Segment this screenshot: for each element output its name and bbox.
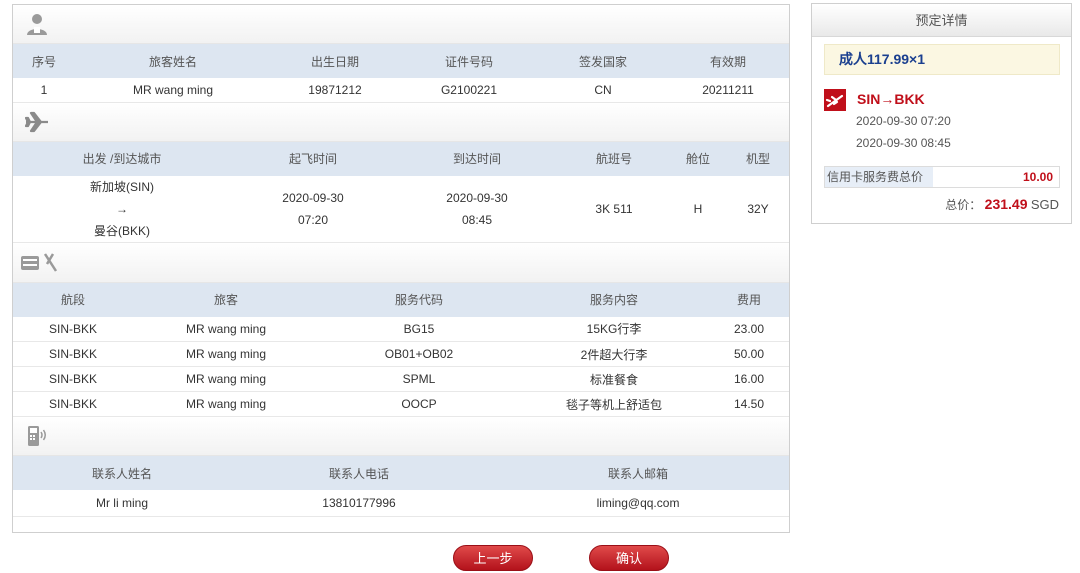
col-name: 旅客姓名	[75, 44, 271, 78]
service-table: 航段 旅客 服务代码 服务内容 费用 SIN-BKK MR wang ming …	[13, 282, 789, 417]
cell-name: MR wang ming	[75, 78, 271, 103]
col-contact-name: 联系人姓名	[13, 456, 231, 490]
cell-issue-country: CN	[539, 78, 667, 103]
confirm-button[interactable]: 确认	[589, 545, 669, 571]
cell-fee: 50.00	[709, 341, 789, 367]
cell-fee: 14.50	[709, 391, 789, 417]
departure-datetime: 2020-09-30 07:20	[856, 114, 951, 128]
table-row: Mr li ming 13810177996 liming@qq.com	[13, 490, 789, 517]
total-price: 总价： 231.49 SGD	[945, 196, 1059, 213]
cell-segment: SIN-BKK	[13, 391, 133, 417]
cell-aircraft: 32Y	[727, 175, 789, 243]
cell-passenger: MR wang ming	[133, 366, 319, 392]
flight-takeoff-icon	[824, 89, 846, 111]
col-city: 出发 /到达城市	[13, 141, 231, 176]
arr-date: 2020-09-30	[446, 190, 508, 205]
cell-passenger: MR wang ming	[133, 391, 319, 417]
cell-birth: 19871212	[271, 78, 399, 103]
table-row: SIN-BKK MR wang ming OOCP 毯子等机上舒适包 14.50	[13, 391, 789, 417]
col-service-code: 服务代码	[319, 282, 519, 317]
cell-flight-no: 3K 511	[559, 175, 669, 243]
route-label: SIN→BKK	[857, 91, 925, 107]
col-seq: 序号	[13, 44, 75, 78]
total-label: 总价：	[945, 198, 982, 212]
table-row: SIN-BKK MR wang ming SPML 标准餐食 16.00	[13, 366, 789, 392]
currency: SGD	[1030, 197, 1059, 212]
cell-service-code: BG15	[319, 316, 519, 342]
cell-arrival-time: 2020-09-30 08:45	[395, 175, 559, 243]
cell-passenger: MR wang ming	[133, 316, 319, 342]
col-departure-time: 起飞时间	[231, 141, 395, 176]
cell-service-code: SPML	[319, 366, 519, 392]
cell-segment: SIN-BKK	[13, 366, 133, 392]
col-flight-no: 航班号	[559, 141, 669, 176]
cell-contact-name: Mr li ming	[13, 490, 231, 517]
to-city: 曼谷(BKK)	[93, 223, 150, 238]
cell-segment: SIN-BKK	[13, 316, 133, 342]
cell-service-content: 15KG行李	[519, 316, 709, 342]
col-passenger: 旅客	[133, 282, 319, 317]
col-birth: 出生日期	[271, 44, 399, 78]
table-row: 新加坡(SIN) → 曼谷(BKK) 2020-09-30 07:20 2020…	[13, 175, 789, 243]
cell-service-content: 毯子等机上舒适包	[519, 391, 709, 417]
credit-card-fee-value: 10.00	[1022, 170, 1053, 184]
col-validity: 有效期	[667, 44, 789, 78]
passenger-section-header	[13, 5, 789, 44]
dep-time: 07:20	[297, 212, 329, 227]
airplane-icon	[25, 111, 48, 132]
table-row: SIN-BKK MR wang ming BG15 15KG行李 23.00	[13, 316, 789, 342]
col-aircraft: 机型	[727, 141, 789, 176]
cell-passenger: MR wang ming	[133, 341, 319, 367]
credit-card-fee-row: 信用卡服务费总价 10.00	[824, 166, 1060, 188]
arrow-icon: →	[116, 201, 128, 216]
cell-service-content: 2件超大行李	[519, 341, 709, 367]
total-amount: 231.49	[984, 196, 1028, 212]
flight-section-header	[13, 102, 789, 142]
arrival-datetime: 2020-09-30 08:45	[856, 136, 951, 150]
table-row: 1 MR wang ming 19871212 G2100221 CN 2021…	[13, 78, 789, 103]
cell-city: 新加坡(SIN) → 曼谷(BKK)	[13, 175, 231, 243]
cell-contact-email: liming@qq.com	[487, 490, 789, 517]
contact-table: 联系人姓名 联系人电话 联系人邮箱 Mr li ming 13810177996…	[13, 456, 789, 517]
luggage-meal-icon	[21, 252, 58, 272]
col-contact-phone: 联系人电话	[231, 456, 487, 490]
contact-section-header	[13, 417, 789, 456]
cell-cabin: H	[669, 175, 727, 243]
from-city: 新加坡(SIN)	[90, 179, 154, 194]
dep-date: 2020-09-30	[282, 190, 344, 205]
user-icon	[27, 14, 47, 35]
col-issue-country: 签发国家	[539, 44, 667, 78]
booking-details-panel: 预定详情 成人117.99×1 SIN→BKK 2020-09-30 07:20…	[811, 3, 1072, 224]
cell-fee: 23.00	[709, 316, 789, 342]
cell-contact-phone: 13810177996	[231, 490, 487, 517]
col-fee: 费用	[709, 282, 789, 317]
col-contact-email: 联系人邮箱	[487, 456, 789, 490]
adult-price: 成人117.99×1	[824, 44, 1060, 75]
previous-step-button[interactable]: 上一步	[453, 545, 533, 571]
passenger-table: 序号 旅客姓名 出生日期 证件号码 签发国家 有效期 1 MR wang min…	[13, 44, 789, 103]
cell-doc-no: G2100221	[399, 78, 539, 103]
arr-time: 08:45	[461, 212, 493, 227]
credit-card-fee-label: 信用卡服务费总价	[825, 167, 933, 187]
phone-icon	[28, 426, 46, 446]
col-service-content: 服务内容	[519, 282, 709, 317]
col-arrival-time: 到达时间	[395, 141, 559, 176]
service-section-header	[13, 242, 789, 283]
cell-departure-time: 2020-09-30 07:20	[231, 175, 395, 243]
cell-service-code: OOCP	[319, 391, 519, 417]
col-doc-no: 证件号码	[399, 44, 539, 78]
cell-fee: 16.00	[709, 366, 789, 392]
order-review-panel: 序号 旅客姓名 出生日期 证件号码 签发国家 有效期 1 MR wang min…	[12, 4, 790, 533]
booking-details-title: 预定详情	[812, 4, 1071, 37]
cell-seq: 1	[13, 78, 75, 103]
flight-table: 出发 /到达城市 起飞时间 到达时间 航班号 舱位 机型 新加坡(SIN) → …	[13, 141, 789, 243]
cell-validity: 20211211	[667, 78, 789, 103]
cell-service-content: 标准餐食	[519, 366, 709, 392]
table-row: SIN-BKK MR wang ming OB01+OB02 2件超大行李 50…	[13, 341, 789, 367]
col-segment: 航段	[13, 282, 133, 317]
col-cabin: 舱位	[669, 141, 727, 176]
cell-service-code: OB01+OB02	[319, 341, 519, 367]
cell-segment: SIN-BKK	[13, 341, 133, 367]
